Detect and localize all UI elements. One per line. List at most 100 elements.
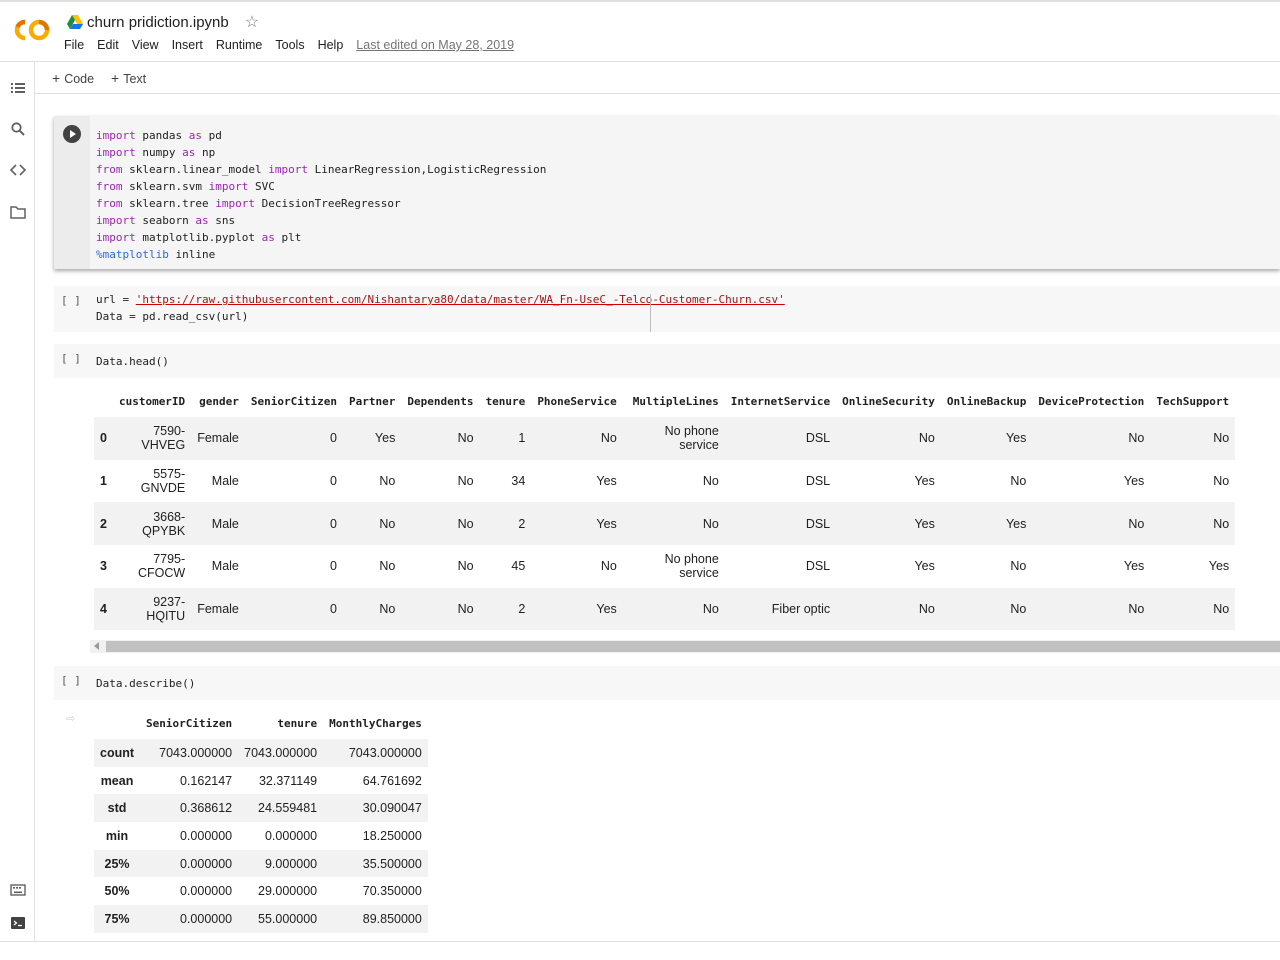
table-cell: 0.000000 bbox=[179, 856, 233, 871]
table-cell: No phone service bbox=[664, 424, 719, 453]
star-icon[interactable]: ☆ bbox=[245, 12, 259, 32]
command-palette-icon[interactable] bbox=[10, 882, 26, 898]
table-cell: Female bbox=[197, 431, 239, 446]
scrollbar-thumb[interactable] bbox=[106, 641, 1280, 652]
table-row: std 0.368612 24.559481 30.090047 bbox=[94, 794, 428, 823]
table-cell: 1 bbox=[518, 431, 526, 446]
table-cell: 70.350000 bbox=[362, 884, 422, 899]
row-index: max bbox=[94, 933, 140, 941]
terminal-icon[interactable] bbox=[10, 915, 26, 931]
cell-code-editor[interactable]: Data.describe() bbox=[96, 675, 195, 692]
column-header: TechSupport bbox=[1156, 394, 1230, 408]
table-cell: No bbox=[1010, 474, 1027, 489]
run-cell-button[interactable]: [ ] bbox=[61, 674, 81, 687]
cell-code-editor[interactable]: url = 'https://raw.githubusercontent.com… bbox=[96, 291, 785, 325]
table-cell: 0 bbox=[330, 602, 337, 617]
table-row: mean 0.162147 32.371149 64.761692 bbox=[94, 767, 428, 795]
add-text-button[interactable]: + Text bbox=[111, 70, 146, 86]
menu-insert[interactable]: Insert bbox=[172, 38, 203, 52]
code-cell-describe[interactable]: [ ] Data.describe() bbox=[54, 666, 1280, 700]
scroll-left-icon[interactable] bbox=[94, 642, 99, 650]
table-row: 25% 0.000000 9.000000 35.500000 bbox=[94, 849, 428, 878]
cell-code-editor[interactable]: Data.head() bbox=[96, 353, 169, 370]
column-header: SeniorCitizen bbox=[146, 716, 233, 730]
table-cell: 0 bbox=[330, 516, 337, 531]
table-cell: No bbox=[1010, 602, 1027, 617]
table-cell: Yes bbox=[596, 516, 617, 531]
left-sidebar bbox=[0, 62, 35, 942]
row-index: mean bbox=[100, 773, 134, 788]
menu-runtime[interactable]: Runtime bbox=[216, 38, 263, 52]
notebook-toolbar: + Code + Text bbox=[35, 62, 1280, 94]
menu-tools[interactable]: Tools bbox=[275, 38, 304, 52]
code-cell-imports[interactable]: import pandas as pd import numpy as np f… bbox=[54, 116, 1280, 269]
table-cell: 0 bbox=[330, 431, 337, 446]
code-snippets-icon[interactable] bbox=[10, 162, 26, 178]
table-cell: No bbox=[600, 431, 617, 446]
table-cell: Yes bbox=[914, 559, 935, 574]
table-cell: No bbox=[379, 474, 396, 489]
last-edited-link[interactable]: Last edited on May 28, 2019 bbox=[356, 38, 514, 52]
code-cell-head[interactable]: [ ] Data.head() bbox=[54, 344, 1280, 378]
menu-edit[interactable]: Edit bbox=[97, 38, 119, 52]
column-header: OnlineBackup bbox=[946, 394, 1027, 408]
toc-icon[interactable] bbox=[10, 80, 26, 96]
table-row: 50% 0.000000 29.000000 70.350000 bbox=[94, 877, 428, 905]
menu-help[interactable]: Help bbox=[318, 38, 344, 52]
row-index: 4 bbox=[100, 602, 107, 617]
table-cell: 30.090047 bbox=[362, 801, 422, 816]
table-cell: Male bbox=[211, 516, 239, 531]
output-icon[interactable]: ⇨ bbox=[66, 712, 80, 725]
code-cell-load-data[interactable]: [ ] url = 'https://raw.githubusercontent… bbox=[54, 286, 1280, 332]
table-cell: Yes bbox=[914, 474, 935, 489]
table-cell: 0.000000 bbox=[264, 828, 318, 843]
run-cell-icon[interactable] bbox=[63, 125, 81, 143]
row-index: 1 bbox=[100, 474, 107, 489]
add-code-label: Code bbox=[64, 72, 95, 86]
table-cell: No bbox=[1128, 516, 1145, 531]
table-cell: Male bbox=[211, 474, 239, 489]
table-cell: 45 bbox=[511, 559, 526, 574]
table-row: 75% 0.000000 55.000000 89.850000 bbox=[94, 905, 428, 933]
column-header: tenure bbox=[277, 716, 318, 730]
table-cell: 3668- QPYBK bbox=[142, 509, 186, 538]
table-cell: DSL bbox=[805, 516, 831, 531]
menu-file[interactable]: File bbox=[64, 38, 84, 52]
table-cell: DSL bbox=[805, 474, 831, 489]
menu-view[interactable]: View bbox=[132, 38, 159, 52]
table-cell: No bbox=[457, 431, 474, 446]
table-cell: Yes bbox=[596, 474, 617, 489]
table-cell: Female bbox=[197, 602, 239, 617]
table-cell: 0.162147 bbox=[179, 773, 233, 788]
row-index: 2 bbox=[100, 516, 107, 531]
table-cell: 72.000000 bbox=[238, 933, 323, 941]
head-output: customerID gender SeniorCitizen Partner Depe… bbox=[94, 385, 1280, 633]
table-cell: Yes bbox=[1208, 559, 1230, 574]
plus-icon: + bbox=[111, 70, 120, 86]
table-header-row: customerID gender SeniorCitizen Partner Depe… bbox=[94, 385, 1235, 417]
table-cell: 64.761692 bbox=[362, 773, 422, 788]
column-header: customerID bbox=[118, 394, 186, 408]
table-cell: Yes bbox=[596, 602, 617, 617]
add-code-button[interactable]: + Code bbox=[52, 70, 94, 86]
table-cell: DSL bbox=[805, 431, 831, 446]
table-row: min 0.000000 0.000000 18.250000 bbox=[94, 822, 428, 850]
horizontal-scrollbar[interactable] bbox=[90, 640, 1280, 653]
notebook-title[interactable]: churn pridiction.ipynb bbox=[87, 14, 229, 31]
table-cell: Yes bbox=[1005, 516, 1027, 531]
column-header: DeviceProtection bbox=[1038, 394, 1145, 408]
run-cell-button[interactable]: [ ] bbox=[61, 294, 81, 307]
table-cell: 7590- VHVEG bbox=[141, 424, 186, 453]
table-cell: 32.371149 bbox=[258, 773, 318, 788]
column-header: SeniorCitizen bbox=[250, 394, 337, 408]
table-cell: No bbox=[1213, 602, 1230, 617]
run-cell-button[interactable]: [ ] bbox=[61, 352, 81, 365]
cell-code-editor[interactable]: import pandas as pd import numpy as np f… bbox=[96, 127, 546, 263]
table-cell: Yes bbox=[1005, 431, 1027, 446]
table-cell: 2 bbox=[518, 516, 526, 531]
search-icon[interactable] bbox=[10, 121, 26, 137]
table-cell: No bbox=[457, 516, 474, 531]
table-cell: DSL bbox=[805, 559, 831, 574]
files-icon[interactable] bbox=[10, 204, 26, 220]
colab-logo[interactable] bbox=[12, 14, 52, 46]
